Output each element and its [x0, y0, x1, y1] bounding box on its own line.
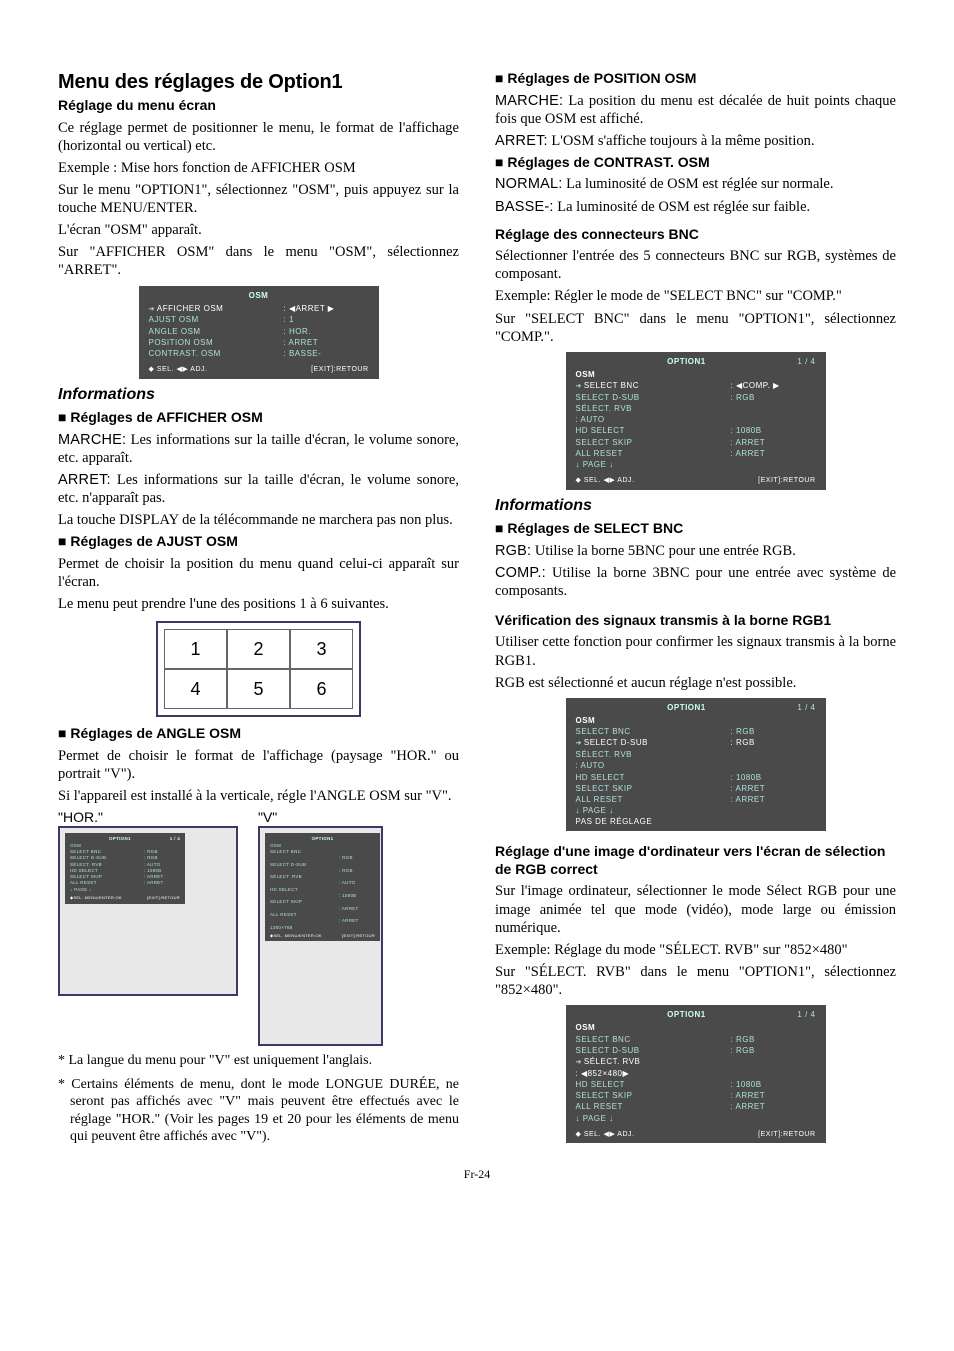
rvb-p1: Sur l'image ordinateur, sélectionner le …	[495, 882, 896, 936]
ajust-osm-header: Réglages de AJUST OSM	[58, 533, 459, 551]
bnc-example: Exemple: Régler le mode de "SELECT BNC" …	[495, 287, 896, 305]
step1: Sur le menu "OPTION1", sélectionnez "OSM…	[58, 181, 459, 217]
display-note: La touche DISPLAY de la télécommande ne …	[58, 511, 459, 529]
main-title: Menu des réglages de Option1	[58, 70, 459, 95]
grid-cell: 1	[164, 629, 227, 669]
intro: Ce réglage permet de positionner le menu…	[58, 119, 459, 155]
arret-label: ARRET:	[58, 472, 111, 488]
verify-p1: Utiliser cette fonction pour confirmer l…	[495, 633, 896, 669]
page-number: Fr-24	[58, 1167, 896, 1182]
ajust-p1: Permet de choisir la position du menu qu…	[58, 555, 459, 591]
osm-panel-4: 1 / 4OPTION1OSMSELECT BNC: RGBSELECT D-S…	[566, 1005, 826, 1143]
ajust-p2: Le menu peut prendre l'une des positions…	[58, 595, 459, 613]
osm-panel-2: 1 / 4OPTION1OSMSELECT BNC: ◀COMP. ▶SELEC…	[566, 352, 826, 490]
informations-title: Informations	[58, 385, 459, 405]
bnc-p2: Sur "SELECT BNC" dans le menu "OPTION1",…	[495, 310, 896, 346]
footnote-2: * Certains éléments de menu, dont le mod…	[58, 1076, 459, 1146]
example-label: Exemple : Mise hors fonction de AFFICHER…	[58, 159, 459, 177]
subtitle: Réglage du menu écran	[58, 97, 459, 115]
step3: Sur "AFFICHER OSM" dans le menu "OSM", s…	[58, 243, 459, 279]
contrast-osm-header: Réglages de CONTRAST. OSM	[495, 154, 896, 172]
grid-cell: 5	[227, 669, 290, 709]
verify-p2: RGB est sélectionné et aucun réglage n'e…	[495, 674, 896, 692]
arret-desc: ARRET: Les informations sur la taille d'…	[58, 471, 459, 507]
grid-cell: 3	[290, 629, 353, 669]
verify-title: Vérification des signaux transmis à la b…	[495, 612, 896, 630]
v-block: "V" OPTION1OSMSELECT BNC: RGBSELECT D-SU…	[258, 809, 383, 1047]
v-label: "V"	[258, 809, 383, 827]
rvb-title: Réglage d'une image d'ordinateur vers l'…	[495, 843, 896, 878]
angle-osm-header: Réglages de ANGLE OSM	[58, 725, 459, 743]
grid-cell: 4	[164, 669, 227, 709]
grid-cell: 2	[227, 629, 290, 669]
basse-desc: BASSE-: La luminosité de OSM est réglée …	[495, 198, 896, 216]
marche-label: MARCHE:	[58, 432, 126, 448]
pos-arret: ARRET: L'OSM s'affiche toujours à la mêm…	[495, 132, 896, 150]
osm-panel-3: 1 / 4OPTION1OSMSELECT BNC: RGBSELECT D-S…	[566, 698, 826, 832]
osm-panel-1: OSMAFFICHER OSM: ◀ARRET ▶AJUST OSM: 1ANG…	[139, 286, 379, 380]
left-column: Menu des réglages de Option1 Réglage du …	[58, 70, 459, 1149]
rvb-example: Exemple: Réglage du mode "SÉLECT. RVB" s…	[495, 941, 896, 959]
select-bnc-header: Réglages de SELECT BNC	[495, 520, 896, 538]
informations-title-2: Informations	[495, 496, 896, 516]
right-column: Réglages de POSITION OSM MARCHE: La posi…	[495, 70, 896, 1149]
bnc-p1: Sélectionner l'entrée des 5 connecteurs …	[495, 247, 896, 283]
hor-block: "HOR." OPTION1 1 / 4OSMSELECT BNC: RGBSE…	[58, 809, 238, 997]
rvb-p2: Sur "SÉLECT. RVB" dans le menu "OPTION1"…	[495, 963, 896, 999]
rgb-desc: RGB: Utilise la borne 5BNC pour une entr…	[495, 542, 896, 560]
step2: L'écran "OSM" apparaît.	[58, 221, 459, 239]
pos-marche: MARCHE: La position du menu est décalée …	[495, 92, 896, 128]
bnc-title: Réglage des connecteurs BNC	[495, 226, 896, 244]
footnote-1: * La langue du menu pour "V" est uniquem…	[58, 1052, 459, 1070]
position-grid: 123 456	[156, 621, 361, 717]
marche-desc: MARCHE: Les informations sur la taille d…	[58, 431, 459, 467]
angle-p2: Si l'appareil est installé à la vertical…	[58, 787, 459, 805]
afficher-osm-header: Réglages de AFFICHER OSM	[58, 409, 459, 427]
grid-cell: 6	[290, 669, 353, 709]
position-osm-header: Réglages de POSITION OSM	[495, 70, 896, 88]
hor-label: "HOR."	[58, 809, 238, 827]
normal-desc: NORMAL: La luminosité de OSM est réglée …	[495, 175, 896, 193]
comp-desc: COMP.: Utilise la borne 3BNC pour une en…	[495, 564, 896, 600]
angle-p1: Permet de choisir le format de l'afficha…	[58, 747, 459, 783]
